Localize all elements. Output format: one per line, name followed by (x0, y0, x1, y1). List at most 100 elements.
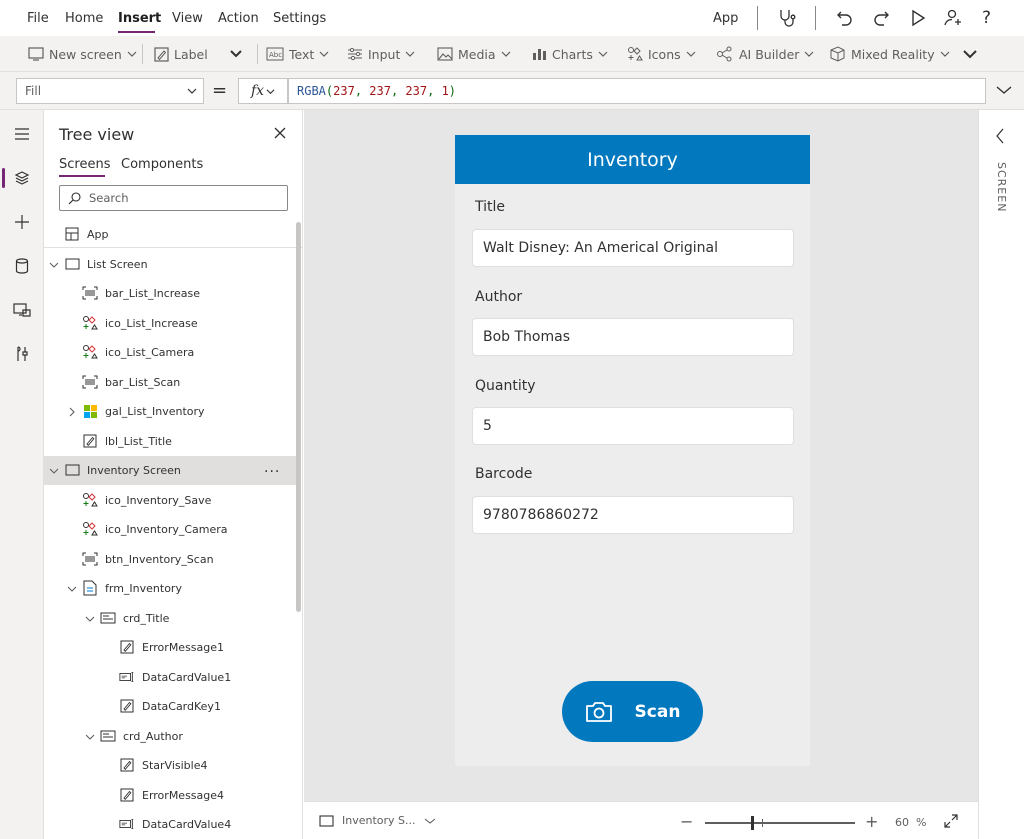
scan-button[interactable]: Scan (562, 681, 703, 742)
chevron-left-icon[interactable] (995, 128, 1005, 144)
share-user-icon[interactable] (943, 6, 963, 30)
more-options-icon[interactable]: ··· (264, 464, 280, 480)
tab-components[interactable]: Components (121, 157, 203, 172)
formula-expand-button[interactable] (995, 84, 1013, 96)
tree-node[interactable]: DataCardValue4 (44, 810, 296, 839)
tree-node[interactable]: frm_Inventory (44, 574, 296, 603)
undo-icon[interactable] (836, 6, 854, 30)
insert-ai-builder-button[interactable]: AI Builder (716, 44, 814, 64)
chevron-down-icon[interactable] (85, 732, 95, 742)
insert-button[interactable] (0, 204, 44, 240)
author-field-input[interactable]: Bob Thomas (472, 318, 794, 356)
quantity-field-input[interactable]: 5 (472, 407, 794, 445)
tree-scrollbar[interactable] (296, 222, 301, 612)
tree-node[interactable]: App (44, 220, 296, 249)
formula-input[interactable]: RGBA(237, 237, 237, 1) (288, 78, 986, 104)
inventory-screen-preview[interactable]: Inventory Title Walt Disney: An Americal… (455, 135, 810, 766)
screen-properties-label[interactable]: SCREEN (995, 162, 1008, 212)
app-checker-label[interactable]: App (713, 6, 738, 30)
hamburger-menu-button[interactable] (0, 116, 44, 152)
barcode-field-label: Barcode (475, 466, 533, 482)
tree-node[interactable]: crd_Author (44, 722, 296, 751)
close-icon[interactable] (273, 126, 287, 140)
menu-view[interactable]: View (172, 11, 203, 26)
fit-to-window-icon[interactable] (944, 814, 958, 828)
menu-bar: File Home Insert View Action Settings Ap… (0, 0, 1024, 36)
data-button[interactable] (0, 248, 44, 284)
tree-search-input[interactable]: Search (59, 185, 288, 211)
menu-home[interactable]: Home (65, 11, 103, 26)
function-picker-button[interactable]: fx (238, 78, 288, 104)
zoom-out-button[interactable]: − (680, 812, 693, 831)
tree-node-label: bar_List_Scan (105, 376, 181, 389)
stethoscope-icon[interactable] (777, 6, 797, 30)
tree-node[interactable]: ErrorMessage1 (44, 633, 296, 662)
tree-node[interactable]: bar_List_Increase (44, 279, 296, 308)
barcode-scanner-icon (82, 551, 98, 567)
insert-mixed-reality-button[interactable]: Mixed Reality (829, 44, 950, 64)
menu-file[interactable]: File (27, 11, 49, 26)
tree-node[interactable]: gal_List_Inventory (44, 397, 296, 426)
new-screen-button[interactable]: New screen (28, 44, 137, 64)
tree-node[interactable]: DataCardKey1 (44, 692, 296, 721)
help-icon[interactable]: ? (982, 6, 991, 30)
zoom-default-tick (762, 819, 763, 827)
tab-active-underline (59, 175, 105, 177)
left-rail (0, 110, 44, 839)
menu-settings[interactable]: Settings (273, 11, 326, 26)
chevron-down-icon (996, 86, 1012, 94)
tree-node[interactable]: btn_Inventory_Scan (44, 545, 296, 574)
tree-node[interactable]: lbl_List_Title (44, 427, 296, 456)
play-preview-icon[interactable] (910, 6, 926, 30)
chevron-right-icon[interactable] (67, 407, 77, 417)
property-dropdown[interactable]: Fill (16, 78, 204, 104)
chevron-down-icon (501, 51, 510, 57)
design-canvas[interactable]: Inventory Title Walt Disney: An Americal… (304, 110, 978, 801)
zoom-slider[interactable] (705, 822, 855, 824)
insert-text-button[interactable]: Abc Text (266, 44, 329, 64)
screen-picker[interactable]: Inventory S... (319, 814, 436, 827)
icons-control-icon (82, 344, 98, 360)
menu-insert[interactable]: Insert (118, 11, 161, 26)
app-header[interactable]: Inventory (455, 135, 810, 184)
barcode-field-input[interactable]: 9780786860272 (472, 496, 794, 534)
tree-node[interactable]: crd_Title (44, 604, 296, 633)
tree-node[interactable]: ico_Inventory_Camera (44, 515, 296, 544)
chevron-down-icon (963, 50, 977, 59)
search-placeholder: Search (89, 191, 129, 205)
insert-label-button[interactable]: Label (154, 44, 208, 64)
tree-node[interactable]: ico_List_Increase (44, 309, 296, 338)
zoom-slider-thumb[interactable] (751, 816, 754, 830)
insert-charts-button[interactable]: Charts (532, 44, 608, 64)
ribbon-expand-button[interactable] (229, 44, 243, 64)
tree-node[interactable]: Inventory Screen ··· (44, 456, 296, 485)
tree-node[interactable]: List Screen (44, 250, 296, 279)
insert-media-button[interactable]: Media (437, 44, 511, 64)
tree-node[interactable]: ico_Inventory_Save (44, 486, 296, 515)
redo-icon[interactable] (872, 6, 890, 30)
tree-node[interactable]: StarVisible4 (44, 751, 296, 780)
tree-node[interactable]: ico_List_Camera (44, 338, 296, 367)
zoom-in-button[interactable]: + (865, 812, 878, 831)
chevron-down-icon[interactable] (67, 584, 77, 594)
tree-node-label: App (87, 228, 109, 241)
chevron-down-icon[interactable] (49, 260, 59, 270)
label-edit-icon (119, 787, 135, 803)
chevron-down-icon[interactable] (49, 466, 59, 476)
insert-icons-button[interactable]: Icons (627, 44, 696, 64)
menu-action[interactable]: Action (218, 11, 259, 26)
chevron-down-icon[interactable] (85, 614, 95, 624)
gallery-icon (82, 403, 98, 419)
media-button[interactable] (0, 292, 44, 328)
tree-node[interactable]: DataCardValue1 (44, 663, 296, 692)
barcode-scanner-icon (82, 374, 98, 390)
tree-node[interactable]: ErrorMessage4 (44, 781, 296, 810)
ribbon-more-button[interactable] (962, 44, 978, 64)
insert-input-button[interactable]: Input (347, 44, 415, 64)
tree-view-button[interactable] (0, 160, 44, 196)
tree-node-label: ico_List_Increase (105, 317, 198, 330)
advanced-tools-button[interactable] (0, 336, 44, 372)
tab-screens[interactable]: Screens (59, 157, 110, 172)
title-field-input[interactable]: Walt Disney: An Americal Original (472, 229, 794, 267)
tree-node[interactable]: bar_List_Scan (44, 368, 296, 397)
